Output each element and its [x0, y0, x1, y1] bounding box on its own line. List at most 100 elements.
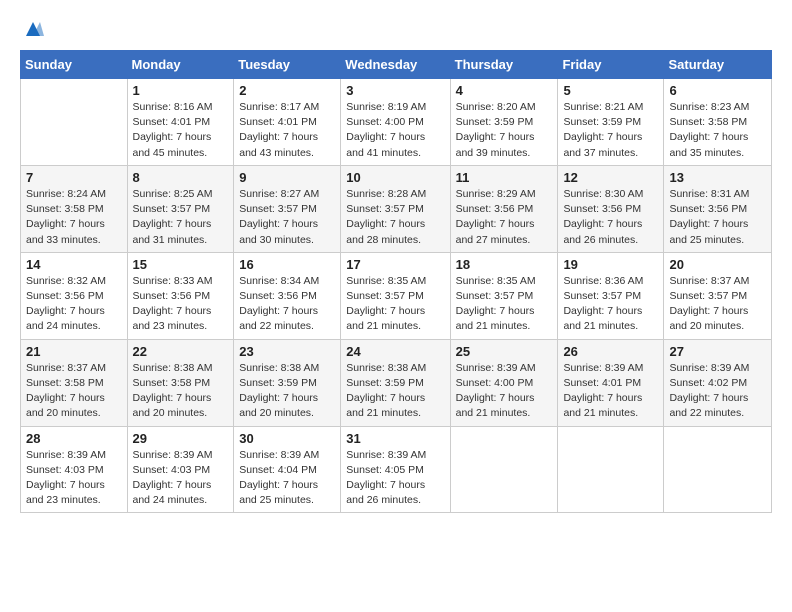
day-info: Sunrise: 8:37 AM Sunset: 3:57 PM Dayligh… — [669, 274, 766, 335]
calendar-week-4: 21 Sunrise: 8:37 AM Sunset: 3:58 PM Dayli… — [21, 339, 772, 426]
calendar-cell: 9Sunrise: 8:27 AM Sunset: 3:57 PM Daylig… — [234, 165, 341, 252]
calendar-table: SundayMondayTuesdayWednesdayThursdayFrid… — [20, 50, 772, 513]
day-number: 22 — [133, 344, 229, 359]
day-info: Sunrise: 8:36 AM Sunset: 3:57 PM Dayligh… — [563, 274, 658, 335]
day-number: 16 — [239, 257, 335, 272]
day-info: Sunrise: 8:35 AM Sunset: 3:57 PM Dayligh… — [456, 274, 553, 335]
day-info: Sunrise: 8:39 AM Sunset: 4:03 PM Dayligh… — [133, 448, 229, 509]
calendar-week-5: 28Sunrise: 8:39 AM Sunset: 4:03 PM Dayli… — [21, 426, 772, 513]
calendar-cell: 5 Sunrise: 8:21 AM Sunset: 3:59 PM Daylig… — [558, 79, 664, 166]
day-info: Sunrise: 8:17 AM Sunset: 4:01 PM Dayligh… — [239, 100, 335, 161]
day-info: Sunrise: 8:28 AM Sunset: 3:57 PM Dayligh… — [346, 187, 444, 248]
logo — [20, 18, 44, 40]
calendar-cell: 2 Sunrise: 8:17 AM Sunset: 4:01 PM Daylig… — [234, 79, 341, 166]
day-info: Sunrise: 8:35 AM Sunset: 3:57 PM Dayligh… — [346, 274, 444, 335]
calendar-cell: 18 Sunrise: 8:35 AM Sunset: 3:57 PM Dayli… — [450, 252, 558, 339]
calendar-cell: 22 Sunrise: 8:38 AM Sunset: 3:58 PM Dayli… — [127, 339, 234, 426]
day-info: Sunrise: 8:39 AM Sunset: 4:04 PM Dayligh… — [239, 448, 335, 509]
calendar-cell: 21 Sunrise: 8:37 AM Sunset: 3:58 PM Dayli… — [21, 339, 128, 426]
day-number: 19 — [563, 257, 658, 272]
day-number: 4 — [456, 83, 553, 98]
day-number: 13 — [669, 170, 766, 185]
weekday-header-saturday: Saturday — [664, 51, 772, 79]
calendar-cell: 25 Sunrise: 8:39 AM Sunset: 4:00 PM Dayli… — [450, 339, 558, 426]
day-number: 14 — [26, 257, 122, 272]
day-number: 11 — [456, 170, 553, 185]
day-info: Sunrise: 8:24 AM Sunset: 3:58 PM Dayligh… — [26, 187, 122, 248]
day-number: 5 — [563, 83, 658, 98]
calendar-cell: 3 Sunrise: 8:19 AM Sunset: 4:00 PM Daylig… — [341, 79, 450, 166]
calendar-header-row: SundayMondayTuesdayWednesdayThursdayFrid… — [21, 51, 772, 79]
day-info: Sunrise: 8:39 AM Sunset: 4:02 PM Dayligh… — [669, 361, 766, 422]
calendar-cell: 17 Sunrise: 8:35 AM Sunset: 3:57 PM Dayli… — [341, 252, 450, 339]
calendar-cell — [664, 426, 772, 513]
calendar-cell: 19 Sunrise: 8:36 AM Sunset: 3:57 PM Dayli… — [558, 252, 664, 339]
calendar-cell: 7 Sunrise: 8:24 AM Sunset: 3:58 PM Daylig… — [21, 165, 128, 252]
day-info: Sunrise: 8:16 AM Sunset: 4:01 PM Dayligh… — [133, 100, 229, 161]
day-info: Sunrise: 8:38 AM Sunset: 3:58 PM Dayligh… — [133, 361, 229, 422]
day-info: Sunrise: 8:21 AM Sunset: 3:59 PM Dayligh… — [563, 100, 658, 161]
day-info: Sunrise: 8:20 AM Sunset: 3:59 PM Dayligh… — [456, 100, 553, 161]
day-info: Sunrise: 8:31 AM Sunset: 3:56 PM Dayligh… — [669, 187, 766, 248]
calendar-cell: 13 Sunrise: 8:31 AM Sunset: 3:56 PM Dayli… — [664, 165, 772, 252]
day-number: 7 — [26, 170, 122, 185]
day-info: Sunrise: 8:32 AM Sunset: 3:56 PM Dayligh… — [26, 274, 122, 335]
calendar-cell: 23 Sunrise: 8:38 AM Sunset: 3:59 PM Dayli… — [234, 339, 341, 426]
day-number: 21 — [26, 344, 122, 359]
calendar-cell — [21, 79, 128, 166]
day-info: Sunrise: 8:19 AM Sunset: 4:00 PM Dayligh… — [346, 100, 444, 161]
day-number: 3 — [346, 83, 444, 98]
day-number: 30 — [239, 431, 335, 446]
day-number: 12 — [563, 170, 658, 185]
calendar-cell: 16 Sunrise: 8:34 AM Sunset: 3:56 PM Dayli… — [234, 252, 341, 339]
calendar-week-3: 14 Sunrise: 8:32 AM Sunset: 3:56 PM Dayli… — [21, 252, 772, 339]
calendar-cell: 29 Sunrise: 8:39 AM Sunset: 4:03 PM Dayli… — [127, 426, 234, 513]
logo-icon — [22, 18, 44, 40]
calendar-cell: 27 Sunrise: 8:39 AM Sunset: 4:02 PM Dayli… — [664, 339, 772, 426]
calendar-cell: 1 Sunrise: 8:16 AM Sunset: 4:01 PM Daylig… — [127, 79, 234, 166]
day-info: Sunrise: 8:33 AM Sunset: 3:56 PM Dayligh… — [133, 274, 229, 335]
day-info: Sunrise: 8:23 AM Sunset: 3:58 PM Dayligh… — [669, 100, 766, 161]
calendar-cell: 20 Sunrise: 8:37 AM Sunset: 3:57 PM Dayli… — [664, 252, 772, 339]
day-number: 29 — [133, 431, 229, 446]
calendar-week-2: 7 Sunrise: 8:24 AM Sunset: 3:58 PM Daylig… — [21, 165, 772, 252]
day-number: 9 — [239, 170, 335, 185]
day-number: 10 — [346, 170, 444, 185]
day-number: 27 — [669, 344, 766, 359]
calendar-cell — [450, 426, 558, 513]
day-number: 17 — [346, 257, 444, 272]
calendar-cell: 6Sunrise: 8:23 AM Sunset: 3:58 PM Daylig… — [664, 79, 772, 166]
day-info: Sunrise: 8:29 AM Sunset: 3:56 PM Dayligh… — [456, 187, 553, 248]
day-info: Sunrise: 8:38 AM Sunset: 3:59 PM Dayligh… — [239, 361, 335, 422]
calendar-cell: 12Sunrise: 8:30 AM Sunset: 3:56 PM Dayli… — [558, 165, 664, 252]
calendar-cell: 4 Sunrise: 8:20 AM Sunset: 3:59 PM Daylig… — [450, 79, 558, 166]
calendar-cell: 11 Sunrise: 8:29 AM Sunset: 3:56 PM Dayli… — [450, 165, 558, 252]
calendar-cell: 24Sunrise: 8:38 AM Sunset: 3:59 PM Dayli… — [341, 339, 450, 426]
day-number: 23 — [239, 344, 335, 359]
day-number: 20 — [669, 257, 766, 272]
weekday-header-friday: Friday — [558, 51, 664, 79]
calendar-cell: 26Sunrise: 8:39 AM Sunset: 4:01 PM Dayli… — [558, 339, 664, 426]
weekday-header-sunday: Sunday — [21, 51, 128, 79]
day-number: 1 — [133, 83, 229, 98]
weekday-header-tuesday: Tuesday — [234, 51, 341, 79]
day-info: Sunrise: 8:39 AM Sunset: 4:01 PM Dayligh… — [563, 361, 658, 422]
calendar-cell: 14 Sunrise: 8:32 AM Sunset: 3:56 PM Dayli… — [21, 252, 128, 339]
day-number: 2 — [239, 83, 335, 98]
day-number: 25 — [456, 344, 553, 359]
day-info: Sunrise: 8:39 AM Sunset: 4:00 PM Dayligh… — [456, 361, 553, 422]
header — [20, 18, 772, 40]
day-info: Sunrise: 8:34 AM Sunset: 3:56 PM Dayligh… — [239, 274, 335, 335]
weekday-header-thursday: Thursday — [450, 51, 558, 79]
day-number: 31 — [346, 431, 444, 446]
calendar-cell: 15 Sunrise: 8:33 AM Sunset: 3:56 PM Dayli… — [127, 252, 234, 339]
calendar-cell: 10 Sunrise: 8:28 AM Sunset: 3:57 PM Dayli… — [341, 165, 450, 252]
day-number: 15 — [133, 257, 229, 272]
calendar-week-1: 1 Sunrise: 8:16 AM Sunset: 4:01 PM Daylig… — [21, 79, 772, 166]
day-info: Sunrise: 8:39 AM Sunset: 4:05 PM Dayligh… — [346, 448, 444, 509]
calendar-cell — [558, 426, 664, 513]
calendar-cell: 28Sunrise: 8:39 AM Sunset: 4:03 PM Dayli… — [21, 426, 128, 513]
day-number: 18 — [456, 257, 553, 272]
weekday-header-monday: Monday — [127, 51, 234, 79]
day-info: Sunrise: 8:37 AM Sunset: 3:58 PM Dayligh… — [26, 361, 122, 422]
